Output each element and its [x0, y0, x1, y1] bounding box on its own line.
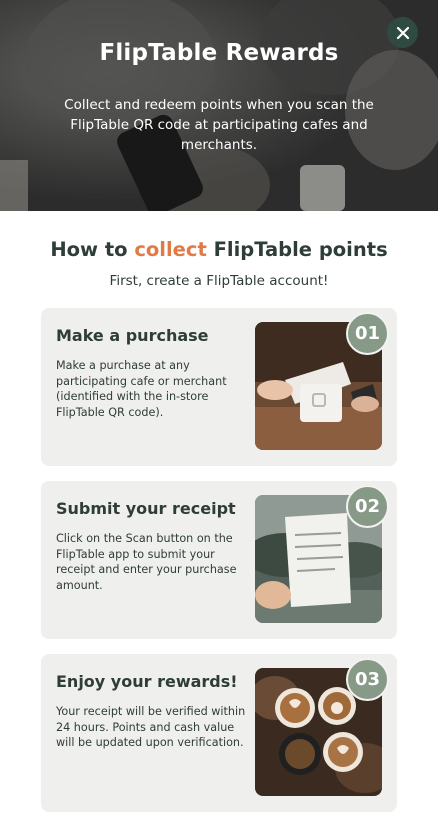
- section-title-suffix: FlipTable points: [206, 238, 388, 261]
- close-button[interactable]: [387, 17, 418, 48]
- step-title: Make a purchase: [56, 326, 209, 345]
- step-number-badge: 03: [346, 658, 389, 701]
- section-title: How to collect FlipTable points: [0, 238, 438, 261]
- step-title: Submit your receipt: [56, 499, 236, 518]
- step-description: Make a purchase at any participating caf…: [56, 359, 227, 419]
- section-subtitle: First, create a FlipTable account!: [109, 273, 329, 289]
- hero-title: FlipTable Rewards: [99, 40, 339, 66]
- hero-banner: FlipTable Rewards Collect and redeem poi…: [0, 0, 438, 211]
- section-title-accent: collect: [134, 238, 207, 261]
- step-title: Enjoy your rewards!: [56, 672, 238, 691]
- step-card-1: Make a purchase Make a purchase at any p…: [41, 308, 397, 466]
- step-number-badge: 01: [346, 312, 389, 355]
- step-description: Click on the Scan button on the FlipTabl…: [56, 532, 237, 592]
- hero-description: Collect and redeem points when you scan …: [64, 97, 374, 153]
- close-icon: [396, 26, 409, 39]
- step-card-3: Enjoy your rewards! Your receipt will be…: [41, 654, 397, 812]
- step-description: Your receipt will be verified within 24 …: [56, 705, 246, 749]
- step-number-badge: 02: [346, 485, 389, 528]
- section-title-prefix: How to: [50, 238, 135, 261]
- step-card-2: Submit your receipt Click on the Scan bu…: [41, 481, 397, 639]
